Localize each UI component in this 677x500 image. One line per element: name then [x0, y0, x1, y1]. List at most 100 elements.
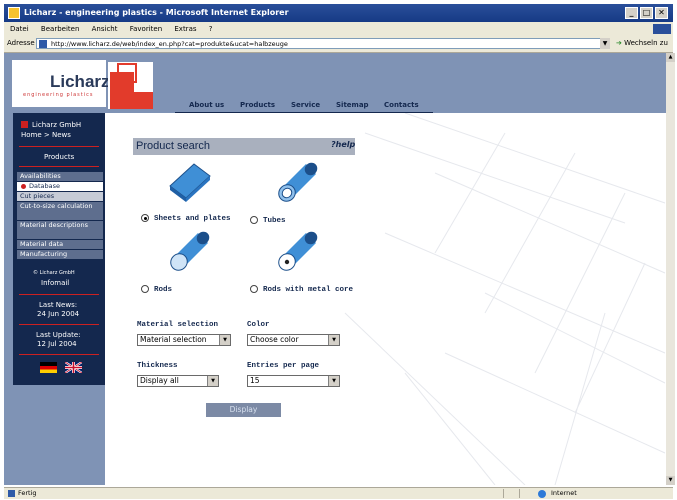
- company-icon: [21, 121, 28, 128]
- sidebar-item-label: Cut pieces: [20, 192, 55, 200]
- ie-icon: [8, 7, 20, 19]
- scroll-up-icon[interactable]: ▲: [666, 53, 675, 62]
- select-value: Material selection: [140, 335, 207, 344]
- address-url: http://www.licharz.de/web/index_en.php?c…: [51, 40, 288, 48]
- color-select[interactable]: Choose color ▼: [247, 334, 340, 346]
- windows-logo-icon: [653, 24, 671, 34]
- sidebar-divider: [19, 146, 99, 147]
- german-flag-icon[interactable]: [40, 362, 57, 373]
- sidebar-item-material-data[interactable]: Material data: [17, 240, 103, 249]
- sidebar-item-label: Database: [29, 182, 61, 190]
- material-selection-label: Material selection: [137, 321, 219, 329]
- radio-icon[interactable]: [250, 285, 258, 293]
- brand-tagline: engineering plastics: [23, 92, 94, 98]
- thickness-label: Thickness: [137, 362, 178, 370]
- scroll-down-icon[interactable]: ▼: [666, 476, 675, 485]
- page-title: Product search: [136, 140, 210, 152]
- sidebar-divider: [19, 324, 99, 325]
- sheet-product-icon[interactable]: [168, 162, 212, 202]
- zone-label: Internet: [551, 489, 577, 497]
- select-value: Choose color: [250, 335, 299, 344]
- go-button[interactable]: ➔ Wechseln zu: [616, 38, 668, 49]
- entries-per-page-label: Entries per page: [247, 362, 320, 370]
- menu-help[interactable]: ?: [209, 25, 213, 33]
- radio-rods-with-metal-core[interactable]: Rods with metal core: [250, 285, 353, 294]
- last-update-date: 12 Jul 2004: [37, 340, 77, 348]
- nav-contacts[interactable]: Contacts: [384, 101, 419, 109]
- radio-sheets-and-plates[interactable]: Sheets and plates: [141, 214, 231, 223]
- nav-about-us[interactable]: About us: [189, 101, 224, 109]
- entries-per-page-select[interactable]: 15 ▼: [247, 375, 340, 387]
- menu-favorites[interactable]: Favoriten: [130, 25, 162, 33]
- sidebar-divider: [19, 166, 99, 167]
- radio-label: Tubes: [263, 216, 286, 225]
- close-icon[interactable]: ✕: [655, 7, 668, 19]
- menu-view[interactable]: Ansicht: [92, 25, 118, 33]
- address-dropdown-icon[interactable]: ▼: [600, 38, 610, 49]
- sidebar-item-label: Material data: [20, 240, 64, 248]
- tube-product-icon[interactable]: [276, 160, 320, 202]
- sidebar-item-label: Cut-to-size calculation: [20, 202, 93, 210]
- maximize-icon[interactable]: □: [640, 7, 653, 19]
- go-label: Wechseln zu: [624, 39, 668, 47]
- status-text: Fertig: [18, 489, 37, 497]
- menu-file[interactable]: Datei: [10, 25, 29, 33]
- radio-label: Sheets and plates: [154, 214, 231, 223]
- radio-label: Rods: [154, 285, 173, 294]
- sidebar-infomail-link[interactable]: Infomail: [41, 279, 69, 287]
- display-button[interactable]: Display: [206, 403, 281, 417]
- nav-service[interactable]: Service: [291, 101, 320, 109]
- page-icon: [39, 40, 47, 48]
- last-news-label: Last News:: [39, 301, 78, 309]
- sidebar-item-availabilities[interactable]: Availabilities: [17, 172, 103, 181]
- sidebar-company[interactable]: Licharz GmbH: [32, 121, 81, 129]
- sidebar-item-label: Manufacturing: [20, 250, 68, 258]
- window-title: Licharz - engineering plastics - Microso…: [24, 8, 289, 17]
- chevron-down-icon[interactable]: ▼: [207, 376, 218, 386]
- menu-tools[interactable]: Extras: [174, 25, 196, 33]
- nav-sitemap[interactable]: Sitemap: [336, 101, 369, 109]
- sidebar-item-database[interactable]: Database: [17, 182, 103, 191]
- sidebar-item-manufacturing[interactable]: Manufacturing: [17, 250, 103, 259]
- thickness-select[interactable]: Display all ▼: [137, 375, 219, 387]
- menu-edit[interactable]: Bearbeiten: [41, 25, 79, 33]
- sidebar-item-cut-to-size[interactable]: Cut-to-size calculation: [17, 202, 103, 220]
- menu-bar: Datei Bearbeiten Ansicht Favoriten Extra…: [4, 22, 673, 36]
- brand-name[interactable]: Licharz: [50, 72, 110, 92]
- radio-checked-icon[interactable]: [141, 214, 149, 222]
- radio-rods[interactable]: Rods: [141, 285, 172, 294]
- sidebar-item-cut-pieces[interactable]: Cut pieces: [17, 192, 103, 201]
- sidebar-breadcrumb[interactable]: Home > News: [21, 131, 71, 139]
- sidebar-item-label: Availabilities: [20, 172, 61, 180]
- select-value: Display all: [140, 376, 179, 385]
- nav-products[interactable]: Products: [240, 101, 275, 109]
- minimize-icon[interactable]: _: [625, 7, 638, 19]
- chevron-down-icon[interactable]: ▼: [328, 335, 339, 345]
- address-label: Adresse: [7, 39, 35, 47]
- rod-metal-core-product-icon[interactable]: [276, 229, 320, 271]
- address-input[interactable]: http://www.licharz.de/web/index_en.php?c…: [36, 38, 610, 49]
- sidebar-item-material-descriptions[interactable]: Material descriptions: [17, 221, 103, 239]
- licharz-logo-icon: [108, 62, 153, 109]
- status-panel: [503, 489, 518, 498]
- radio-icon[interactable]: [141, 285, 149, 293]
- last-update-label: Last Update:: [36, 331, 81, 339]
- sidebar-copyright: © Licharz GmbH: [33, 270, 75, 276]
- chevron-down-icon[interactable]: ▼: [328, 376, 339, 386]
- uk-flag-icon[interactable]: [65, 362, 82, 373]
- status-panel: [519, 489, 534, 498]
- radio-tubes[interactable]: Tubes: [250, 216, 286, 225]
- rod-product-icon[interactable]: [168, 229, 212, 271]
- help-icon[interactable]: ?help: [331, 140, 355, 149]
- sidebar-item-label: Material descriptions: [20, 221, 88, 229]
- last-news-date: 24 Jun 2004: [37, 310, 80, 318]
- material-select[interactable]: Material selection ▼: [137, 334, 231, 346]
- color-label: Color: [247, 321, 270, 329]
- page-done-icon: [8, 490, 15, 497]
- status-bar: Fertig Internet: [4, 487, 673, 499]
- radio-icon[interactable]: [250, 216, 258, 224]
- radio-label: Rods with metal core: [263, 285, 354, 294]
- vertical-scrollbar[interactable]: ▲ ▼: [666, 53, 675, 485]
- select-value: 15: [250, 376, 260, 385]
- chevron-down-icon[interactable]: ▼: [219, 335, 230, 345]
